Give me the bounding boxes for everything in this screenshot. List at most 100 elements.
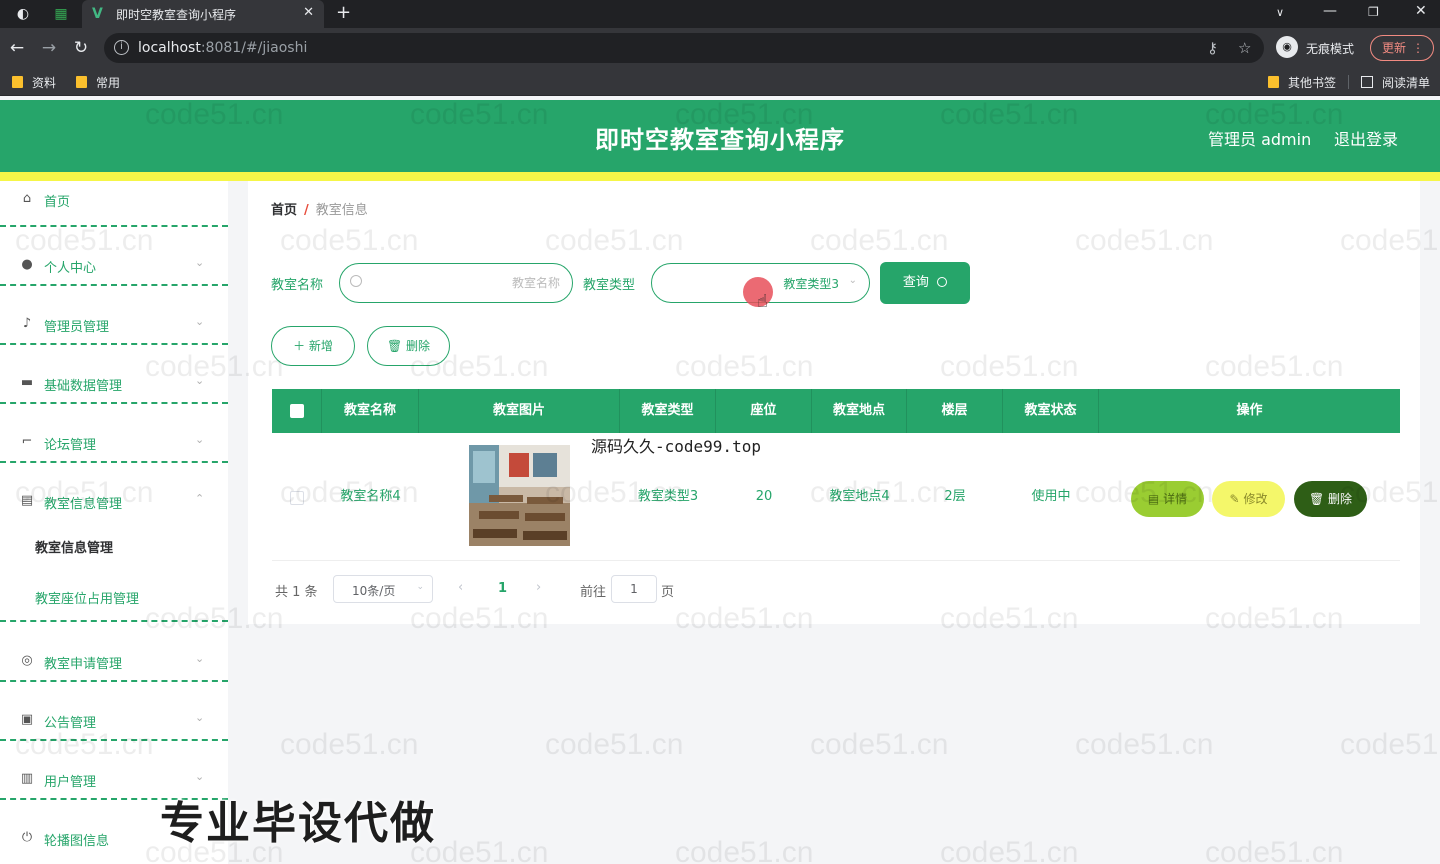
prev-page-icon[interactable]: ‹ bbox=[458, 580, 463, 595]
admin-label: 管理员 admin bbox=[1208, 130, 1312, 149]
sidebar-item-home[interactable]: ⌂ 首页 bbox=[0, 181, 228, 227]
breadcrumb-current: 教室信息 bbox=[315, 203, 368, 218]
browser-tab-bar: ◐ ▦ V 即时空教室查询小程序 ✕ + ∨ — ❐ ✕ bbox=[0, 0, 1440, 28]
classroom-image[interactable] bbox=[469, 445, 570, 546]
trash-icon: 🗑 bbox=[1308, 492, 1325, 506]
next-page-icon[interactable]: › bbox=[536, 580, 541, 595]
minimize-icon[interactable]: — bbox=[1323, 3, 1337, 19]
browser-menu-icon[interactable]: ◐ bbox=[14, 5, 32, 23]
add-label: 新增 bbox=[308, 339, 333, 353]
vue-favicon-icon: V bbox=[92, 6, 103, 22]
sidebar-item-applications[interactable]: ◎ 教室申请管理 ⌄ bbox=[0, 643, 228, 682]
page-size-value: 10条/页 bbox=[352, 584, 396, 598]
sidebar-item-label: 用户管理 bbox=[44, 775, 97, 790]
key-icon[interactable]: ⚷ bbox=[1207, 39, 1218, 57]
edit-button[interactable]: ✎ 修改 bbox=[1212, 481, 1285, 517]
column-header[interactable]: 教室地点 bbox=[812, 389, 907, 433]
sidebar-item-classroom-info[interactable]: ▤ 教室信息管理 ⌃ bbox=[0, 483, 228, 513]
goto-page-input[interactable]: 1 bbox=[611, 575, 657, 603]
ticket-icon: ▣ bbox=[20, 712, 34, 727]
chevron-down-icon: ⌄ bbox=[195, 256, 205, 269]
back-icon[interactable]: ← bbox=[6, 37, 28, 59]
classroom-photo bbox=[469, 445, 570, 546]
column-header[interactable]: 座位 bbox=[716, 389, 812, 433]
sidebar-item-base-data[interactable]: ▬ 基础数据管理 ⌄ bbox=[0, 365, 228, 404]
site-info-icon[interactable]: i bbox=[114, 40, 129, 55]
chat-icon: ▤ bbox=[20, 493, 34, 508]
chevron-down-icon: ⌄ bbox=[848, 275, 857, 286]
column-header[interactable]: 教室类型 bbox=[620, 389, 716, 433]
chevron-down-icon: ⌄ bbox=[195, 315, 205, 328]
column-header[interactable]: 教室图片 bbox=[419, 389, 620, 433]
page-number[interactable]: 1 bbox=[498, 581, 507, 596]
tab-close-icon[interactable]: ✕ bbox=[303, 5, 314, 20]
restore-icon[interactable]: ❐ bbox=[1368, 5, 1379, 19]
folder-icon bbox=[76, 76, 87, 88]
sidebar-item-forum[interactable]: ⌐ 论坛管理 ⌄ bbox=[0, 424, 228, 463]
cell-classroom-name: 教室名称4 bbox=[340, 489, 401, 504]
forward-icon[interactable]: → bbox=[38, 37, 60, 59]
sidebar-subitem-seat-usage[interactable]: 教室座位占用管理 bbox=[0, 588, 228, 622]
power-icon: ⏻ bbox=[21, 830, 33, 845]
more-menu-icon[interactable]: ⋮ bbox=[1412, 36, 1424, 60]
sidebar-item-label: 教室申请管理 bbox=[44, 657, 123, 672]
classroom-type-value: 教室类型3 bbox=[783, 277, 839, 291]
sidebar-item-label: 公告管理 bbox=[44, 716, 97, 731]
reading-list[interactable]: 阅读清单 bbox=[1361, 74, 1430, 90]
reading-list-label: 阅读清单 bbox=[1382, 76, 1431, 90]
bookmarks-bar: 资料 常用 其他书签 阅读清单 bbox=[0, 68, 1440, 96]
window-close-icon[interactable]: ✕ bbox=[1415, 3, 1427, 19]
sidebar-subitem-label: 教室座位占用管理 bbox=[35, 592, 140, 607]
logout-button[interactable]: 退出登录 bbox=[1334, 126, 1398, 150]
address-bar[interactable]: i localhost:8081/#/jiaoshi ⚷ ☆ bbox=[104, 33, 1264, 63]
main-content: 首页 / 教室信息 教室名称 教室类型 教室类型3 ⌄ 查询 ☝ ＋ 新增 🗑 删除… bbox=[228, 181, 1440, 864]
plus-icon: ＋ bbox=[293, 339, 306, 353]
bookmark-star-icon[interactable]: ☆ bbox=[1238, 39, 1251, 57]
detail-button[interactable]: ▤ 详情 bbox=[1131, 481, 1204, 517]
column-header[interactable]: 楼层 bbox=[907, 389, 1003, 433]
select-all-checkbox[interactable] bbox=[290, 404, 304, 418]
classroom-name-input[interactable] bbox=[370, 273, 560, 293]
sidebar-item-label: 教室信息管理 bbox=[44, 497, 123, 512]
search-icon bbox=[937, 277, 948, 287]
sidebar-item-label: 管理员管理 bbox=[44, 320, 110, 335]
update-button[interactable]: 更新 ⋮ bbox=[1370, 35, 1434, 61]
page-suffix: 页 bbox=[661, 585, 675, 600]
column-header[interactable]: 教室名称 bbox=[322, 389, 419, 433]
address-url[interactable]: localhost:8081/#/jiaoshi bbox=[138, 40, 307, 56]
classroom-type-label: 教室类型 bbox=[583, 278, 636, 293]
breadcrumb-home[interactable]: 首页 bbox=[271, 203, 297, 218]
table-header: 教室名称 教室图片 教室类型 座位 教室地点 楼层 教室状态 操作 bbox=[272, 389, 1400, 433]
tab-search-icon[interactable]: ∨ bbox=[1276, 6, 1284, 19]
sidebar-item-notices[interactable]: ▣ 公告管理 ⌄ bbox=[0, 702, 228, 741]
add-button[interactable]: ＋ 新增 bbox=[271, 326, 355, 366]
classroom-name-field[interactable] bbox=[339, 263, 573, 303]
cell-status: 使用中 bbox=[1031, 489, 1071, 504]
sidebar-subitem-classroom-info[interactable]: 教室信息管理 bbox=[0, 537, 228, 587]
browser-tab-active[interactable]: V 即时空教室查询小程序 ✕ bbox=[82, 0, 324, 28]
table-row: 教室名称4 教室类型3 20 教室地点4 2层 使用中 ▤ 详情 ✎ 修改 🗑 … bbox=[272, 433, 1400, 561]
sidebar-item-admins[interactable]: ♪ 管理员管理 ⌄ bbox=[0, 306, 228, 345]
browser-toolbar: ← → ↻ i localhost:8081/#/jiaoshi ⚷ ☆ ◉ 无… bbox=[0, 28, 1440, 68]
page-size-select[interactable]: 10条/页 ⌄ bbox=[333, 575, 433, 603]
chevron-up-icon: ⌃ bbox=[195, 492, 205, 505]
batch-delete-button[interactable]: 🗑 删除 bbox=[367, 326, 450, 366]
row-checkbox[interactable] bbox=[290, 491, 304, 505]
sidebar-item-label: 个人中心 bbox=[44, 261, 97, 276]
other-bookmarks[interactable]: 其他书签 bbox=[1268, 74, 1336, 90]
bookmark-folder-common[interactable]: 常用 bbox=[76, 74, 120, 90]
source-watermark: 源码久久-code99.top bbox=[591, 437, 761, 456]
sidebar-item-profile[interactable]: ● 个人中心 ⌄ bbox=[0, 247, 228, 286]
sidebar-item-label: 论坛管理 bbox=[44, 438, 97, 453]
printer-icon: ▥ bbox=[20, 771, 34, 786]
sidebar: ⌂ 首页 ● 个人中心 ⌄ ♪ 管理员管理 ⌄ ▬ 基础数据管理 ⌄ ⌐ 论坛管… bbox=[0, 181, 228, 864]
column-header[interactable]: 教室状态 bbox=[1003, 389, 1099, 433]
cell-location: 教室地点4 bbox=[829, 489, 890, 504]
reload-icon[interactable]: ↻ bbox=[70, 37, 92, 59]
sheets-tab-icon[interactable]: ▦ bbox=[52, 5, 70, 23]
query-button[interactable]: 查询 bbox=[880, 262, 970, 304]
bookmark-label: 常用 bbox=[96, 76, 121, 90]
row-delete-button[interactable]: 🗑 删除 bbox=[1294, 481, 1367, 517]
new-tab-icon[interactable]: + bbox=[336, 2, 351, 23]
bookmark-folder-docs[interactable]: 资料 bbox=[12, 74, 56, 90]
